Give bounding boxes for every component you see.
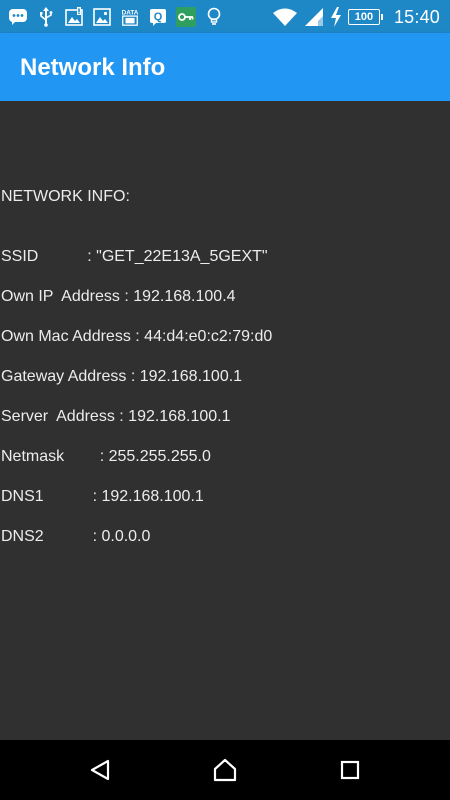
vpn-key-icon — [176, 7, 196, 27]
home-icon — [213, 758, 237, 782]
own-ip-row: Own IP Address : 192.168.100.4 — [1, 288, 236, 305]
page-title: Network Info — [20, 54, 166, 81]
battery-indicator: 100 — [347, 9, 383, 25]
charging-icon — [330, 7, 342, 27]
ssid-row: SSID : "GET_22E13A_5GEXT" — [1, 248, 268, 265]
data-icon: DATA — [120, 7, 140, 27]
recents-button[interactable] — [336, 756, 364, 784]
system-icons: 100 15:40 — [272, 4, 440, 30]
svg-text:DATA: DATA — [122, 9, 139, 16]
status-clock: 15:40 — [393, 6, 440, 27]
cell-signal-icon — [304, 7, 324, 27]
netmask-row: Netmask : 255.255.255.0 — [1, 448, 211, 465]
navigation-bar — [0, 740, 450, 800]
network-info-content: NETWORK INFO: SSID : "GET_22E13A_5GEXT" … — [0, 101, 450, 740]
gateway-row: Gateway Address : 192.168.100.1 — [1, 368, 243, 385]
chat-icon — [8, 7, 28, 27]
svg-text:Q: Q — [154, 11, 163, 23]
dns2-row: DNS2 : 0.0.0.0 — [1, 528, 151, 545]
app-bar: Network Info — [0, 33, 450, 101]
alert-image-icon — [64, 7, 84, 27]
back-icon — [90, 759, 110, 781]
dns1-row: DNS1 : 192.168.100.1 — [1, 488, 204, 505]
image-icon — [92, 7, 112, 27]
notification-icons: DATA Q — [8, 5, 224, 29]
network-info-heading: NETWORK INFO: — [1, 188, 130, 205]
usb-icon — [36, 7, 56, 27]
wifi-icon — [272, 7, 298, 27]
bulb-icon — [204, 7, 224, 27]
status-bar: DATA Q 100 15:40 — [0, 0, 450, 33]
back-button[interactable] — [86, 756, 114, 784]
recents-icon — [340, 760, 360, 780]
q-icon: Q — [148, 7, 168, 27]
home-button[interactable] — [211, 756, 239, 784]
own-mac-row: Own Mac Address : 44:d4:e0:c2:79:d0 — [1, 328, 273, 345]
screen: DATA Q 100 15:40 Network Info NETWORK IN… — [0, 0, 450, 800]
server-row: Server Address : 192.168.100.1 — [1, 408, 231, 425]
